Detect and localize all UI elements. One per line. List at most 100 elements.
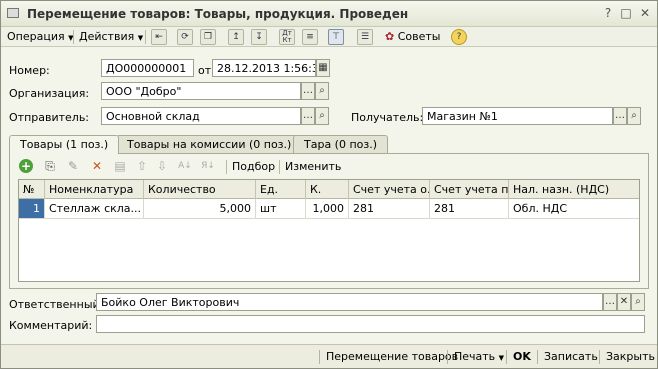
end-edit-icon[interactable]: ▤ (112, 158, 128, 174)
post-icon[interactable]: ↥ (228, 29, 244, 45)
list-settings-icon[interactable]: ☰ (357, 29, 373, 45)
column-header[interactable]: Ед. (256, 180, 306, 199)
table-row[interactable]: 1 Стеллаж скла... 5,000 шт 1,000 281 281… (19, 199, 639, 219)
column-header[interactable]: Количество (144, 180, 256, 199)
add-row-icon[interactable]: + (19, 159, 33, 173)
number-label: Номер: (9, 64, 50, 77)
print-menu[interactable]: Печать ▼ (454, 350, 504, 363)
ellipsis-icon[interactable]: … (603, 293, 617, 311)
unit-cell[interactable]: шт (256, 199, 306, 219)
maximize-icon[interactable]: □ (619, 6, 633, 20)
responsible-label: Ответственный: (9, 298, 104, 311)
nomenclature-cell[interactable]: Стеллаж скла... (45, 199, 144, 219)
close-button[interactable]: Закрыть (606, 350, 655, 363)
tab-goods[interactable]: Товары (1 поз.) (9, 135, 120, 154)
account-to-cell[interactable]: 281 (430, 199, 509, 219)
ellipsis-icon[interactable]: … (613, 107, 627, 125)
comment-field[interactable] (96, 315, 645, 333)
advice-label: Советы (397, 30, 441, 43)
advice-button[interactable]: ✿ Советы (385, 30, 440, 43)
sort-descending-icon[interactable]: Я↓ (200, 158, 216, 174)
ellipsis-icon[interactable]: … (301, 107, 315, 125)
title-bar: Перемещение товаров: Товары, продукция. … (1, 1, 657, 27)
actions-menu[interactable]: Действия ▼ (79, 30, 143, 43)
organization-field[interactable]: ООО "Добро" (101, 82, 301, 100)
actions-menu-label: Действия (79, 30, 135, 43)
vat-purpose-cell[interactable]: Обл. НДС (509, 199, 639, 219)
quantity-cell[interactable]: 5,000 (144, 199, 256, 219)
selection-button[interactable]: Подбор (232, 160, 275, 173)
goods-table[interactable]: № Номенклатура Количество Ед. К. Счет уч… (18, 179, 640, 282)
refresh-icon[interactable]: ⟳ (177, 29, 193, 45)
operation-menu-label: Операция (7, 30, 65, 43)
clear-icon[interactable]: ✕ (617, 293, 631, 311)
sender-field[interactable]: Основной склад (101, 107, 301, 125)
column-header[interactable]: Нал. назн. (НДС) (509, 180, 639, 199)
responsible-field[interactable]: Бойко Олег Викторович (96, 293, 603, 311)
help-icon[interactable]: ? (451, 29, 467, 45)
toolbar-divider (537, 350, 538, 364)
column-header[interactable]: Номенклатура (45, 180, 144, 199)
search-icon[interactable]: ⌕ (315, 107, 329, 125)
goods-tab-panel: + ⎘ ✎ ✕ ▤ ⇧ ⇩ A↓ Я↓ Подбор Изменить № Но… (9, 153, 649, 289)
toolbar-divider (447, 350, 448, 364)
print-menu-label: Печать (454, 350, 496, 363)
toolbar-divider (226, 160, 227, 174)
column-header[interactable]: Счет учета о... (349, 180, 430, 199)
operation-menu[interactable]: Операция ▼ (7, 30, 74, 43)
ok-button[interactable]: OK (513, 350, 531, 363)
copy-doc-icon[interactable]: ❐ (200, 29, 216, 45)
copy-row-icon[interactable]: ⎘ (42, 158, 58, 174)
coefficient-cell[interactable]: 1,000 (306, 199, 349, 219)
column-header[interactable]: К. (306, 180, 349, 199)
table-header: № Номенклатура Количество Ед. К. Счет уч… (19, 180, 639, 199)
number-field[interactable]: ДО000000001 (101, 59, 194, 77)
document-window: Перемещение товаров: Товары, продукция. … (0, 0, 658, 369)
row-number-cell[interactable]: 1 (19, 199, 45, 219)
command-bar: Операция ▼ Действия ▼ ⇤ ⟳ ❐ ↥ ↧ Дт Кт ≡ ⊤… (1, 27, 657, 47)
save-button[interactable]: Записать (544, 350, 598, 363)
move-down-icon[interactable]: ⇩ (154, 158, 170, 174)
form-command-bar: Перемещение товаров Печать ▼ OK Записать… (1, 344, 657, 368)
delete-row-icon[interactable]: ✕ (89, 158, 105, 174)
column-header[interactable]: Счет учета п... (430, 180, 509, 199)
organization-label: Организация: (9, 87, 90, 100)
toolbar-divider (279, 160, 280, 174)
unpost-icon[interactable]: ↧ (251, 29, 267, 45)
search-icon[interactable]: ⌕ (315, 82, 329, 100)
calendar-icon[interactable]: ▦ (316, 59, 330, 77)
toolbar-divider (319, 350, 320, 364)
tab-consignment-goods[interactable]: Товары на комиссии (0 поз.) (116, 135, 303, 153)
tab-packaging[interactable]: Тара (0 поз.) (293, 135, 389, 153)
report-icon[interactable]: ≡ (302, 29, 318, 45)
comment-label: Комментарий: (9, 319, 93, 332)
search-icon[interactable]: ⌕ (627, 107, 641, 125)
receiver-label: Получатель: (351, 111, 424, 124)
change-button[interactable]: Изменить (285, 160, 341, 173)
tab-strip: Товары (1 поз.) Товары на комиссии (0 по… (9, 135, 649, 154)
go-to-icon[interactable]: ⇤ (151, 29, 167, 45)
close-icon[interactable]: ✕ (638, 6, 652, 20)
toolbar-divider (73, 30, 74, 44)
sort-ascending-icon[interactable]: A↓ (177, 158, 193, 174)
toolbar-divider (506, 350, 507, 364)
dt-kt-icon[interactable]: Дт Кт (279, 29, 295, 45)
help-icon[interactable]: ? (601, 6, 615, 20)
chevron-down-icon: ▼ (137, 34, 144, 42)
document-icon (7, 8, 19, 18)
ellipsis-icon[interactable]: … (301, 82, 315, 100)
chevron-down-icon: ▼ (498, 354, 505, 362)
structure-icon[interactable]: ⊤ (328, 29, 344, 45)
column-header[interactable]: № (19, 180, 45, 199)
window-title: Перемещение товаров: Товары, продукция. … (27, 7, 409, 21)
move-goods-button[interactable]: Перемещение товаров (326, 350, 458, 363)
date-field[interactable]: 28.12.2013 1:56:31 (212, 59, 316, 77)
toolbar-divider (599, 350, 600, 364)
sender-label: Отправитель: (9, 111, 90, 124)
move-up-icon[interactable]: ⇧ (134, 158, 150, 174)
receiver-field[interactable]: Магазин №1 (422, 107, 613, 125)
search-icon[interactable]: ⌕ (631, 293, 645, 311)
account-from-cell[interactable]: 281 (349, 199, 430, 219)
edit-row-icon[interactable]: ✎ (65, 158, 81, 174)
toolbar-divider (145, 30, 146, 44)
